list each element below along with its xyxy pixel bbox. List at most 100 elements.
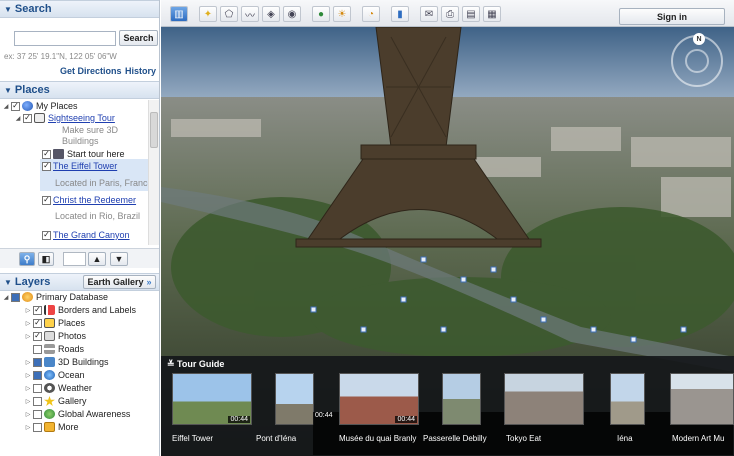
tour-thumbnail[interactable] [610, 373, 645, 425]
path-icon[interactable]: 〰 [241, 6, 259, 22]
tour-guide-header[interactable]: ≚ Tour Guide [167, 359, 224, 370]
navigation-compass[interactable]: N [671, 33, 723, 87]
tour-thumbnail[interactable]: 00:44 [339, 373, 419, 425]
places-panel-header[interactable]: ▼ Places [0, 81, 159, 99]
tour-thumbnail[interactable] [504, 373, 584, 425]
search-button[interactable]: Search [119, 30, 158, 46]
list-item[interactable]: ▷ ✓ Places [24, 317, 85, 329]
ruler-icon[interactable]: ▮ [391, 6, 409, 22]
expand-icon[interactable]: ▷ [24, 307, 32, 314]
search-input[interactable] [14, 31, 116, 46]
list-item[interactable]: ▷ More [24, 421, 79, 433]
save-image-icon[interactable]: ▤ [462, 6, 480, 22]
checkbox[interactable]: ✓ [33, 305, 42, 315]
checkbox[interactable]: ✓ [42, 161, 51, 171]
tour-thumbnail[interactable] [275, 373, 314, 425]
checkbox[interactable] [33, 357, 42, 367]
list-item[interactable]: ▷ ✓ Photos [24, 330, 86, 342]
expand-icon[interactable]: ◢ [14, 115, 22, 122]
list-item[interactable]: ▷ Gallery [24, 395, 87, 407]
tour-item-label[interactable]: Passerelle Debilly [423, 434, 487, 443]
expand-icon[interactable]: ◢ [2, 103, 10, 110]
tour-item-label[interactable]: Eiffel Tower [172, 434, 213, 443]
checkbox[interactable]: ✓ [33, 318, 42, 328]
search-panel-title: Search [14, 3, 52, 15]
expand-icon[interactable]: ▷ [24, 372, 32, 379]
list-item[interactable]: ✓ The Grand Canyon [42, 229, 130, 241]
tour-thumbnail[interactable] [442, 373, 481, 425]
sidebar-icon[interactable]: ▥ [170, 6, 188, 22]
checkbox[interactable]: ✓ [42, 195, 51, 205]
list-item[interactable]: ▷ ✓ Borders and Labels [24, 304, 136, 316]
collapse-triangle-icon: ▼ [4, 85, 12, 95]
sun-icon[interactable]: ☀ [333, 6, 351, 22]
compass-ring[interactable] [685, 49, 709, 73]
tour-item-label[interactable]: Musée du quai Branly [339, 434, 416, 443]
list-item[interactable]: ▷ Weather [24, 382, 92, 394]
list-item[interactable]: ✓ The Eiffel Tower [42, 160, 117, 172]
places-scrollbar[interactable] [148, 100, 159, 245]
tour-item-label[interactable]: Iéna [617, 434, 633, 443]
collapse-chevron-icon[interactable]: ≚ [167, 359, 177, 369]
checkbox[interactable] [33, 396, 42, 406]
expand-icon[interactable]: ▷ [24, 359, 32, 366]
print-icon[interactable]: ⎙ [441, 6, 459, 22]
list-item-label: The Eiffel Tower [53, 161, 118, 171]
move-up-icon[interactable]: ▲ [88, 252, 106, 266]
3d-earth-view[interactable]: N ≚ Tour Guide 00:44 00:44 00:44 Eiffel … [161, 27, 734, 456]
checkbox[interactable] [33, 383, 42, 393]
checkbox[interactable]: ✓ [23, 113, 32, 123]
expand-icon[interactable]: ▷ [24, 320, 32, 327]
list-item[interactable]: ◢ Primary Database [2, 291, 108, 303]
list-item[interactable]: ◢ ✓ My Places [2, 100, 78, 112]
list-item[interactable]: ✓ Christ the Redeemer [42, 194, 136, 206]
email-icon[interactable]: ✉ [420, 6, 438, 22]
globe-icon [22, 101, 33, 111]
expand-icon[interactable]: ▷ [24, 398, 32, 405]
checkbox[interactable]: ✓ [33, 331, 42, 341]
move-down-icon[interactable]: ▼ [110, 252, 128, 266]
maps-icon[interactable]: ▦ [483, 6, 501, 22]
tour-thumbnail[interactable] [670, 373, 734, 425]
tour-thumbnail[interactable]: 00:44 [172, 373, 252, 425]
tour-item-label[interactable]: Pont d'Iéna [256, 434, 296, 443]
checkbox[interactable] [33, 370, 42, 380]
tour-item-label[interactable]: Modern Art Mu [672, 434, 724, 443]
list-item[interactable]: Roads [33, 343, 84, 355]
image-overlay-icon[interactable]: ◈ [262, 6, 280, 22]
search-panel-header[interactable]: ▼ Search [0, 0, 159, 18]
folder-view-icon[interactable]: ◧ [38, 252, 54, 266]
scrollbar-thumb[interactable] [150, 112, 158, 148]
list-item[interactable]: ▷ Ocean [24, 369, 85, 381]
sign-in-button[interactable]: Sign in [619, 8, 725, 25]
planet-icon[interactable]: ● [312, 6, 330, 22]
list-item[interactable]: ▷ Global Awareness [24, 408, 130, 420]
expand-icon[interactable]: ◢ [2, 294, 10, 301]
ocean-icon [44, 370, 55, 380]
list-item[interactable]: ◢ ✓ Sightseeing Tour [14, 112, 115, 124]
checkbox[interactable] [11, 292, 20, 302]
list-item[interactable]: ▷ 3D Buildings [24, 356, 109, 368]
checkbox[interactable] [33, 422, 42, 432]
search-icon[interactable]: ⚲ [19, 252, 35, 266]
expand-icon[interactable]: ▷ [24, 411, 32, 418]
places-filter-input[interactable] [63, 252, 86, 266]
expand-icon[interactable]: ▷ [24, 333, 32, 340]
checkbox[interactable] [33, 344, 42, 354]
record-tour-icon[interactable]: ◉ [283, 6, 301, 22]
checkbox[interactable] [33, 409, 42, 419]
checkbox[interactable]: ✓ [11, 101, 20, 111]
history-link[interactable]: History [125, 66, 156, 76]
get-directions-link[interactable]: Get Directions [60, 66, 122, 76]
checkbox[interactable]: ✓ [42, 230, 51, 240]
earth-gallery-button[interactable]: Earth Gallery » [83, 275, 156, 289]
tour-item-label[interactable]: Tokyo Eat [506, 434, 541, 443]
expand-icon[interactable]: ▷ [24, 385, 32, 392]
placemark-icon[interactable]: ✦ [199, 6, 217, 22]
search-hint: ex: 37 25' 19.1"N, 122 05' 06"W [4, 52, 117, 61]
checkbox[interactable]: ✓ [42, 149, 51, 159]
polygon-icon[interactable]: ⬠ [220, 6, 238, 22]
compass-north[interactable]: N [693, 33, 705, 45]
expand-icon[interactable]: ▷ [24, 424, 32, 431]
historical-imagery-icon[interactable]: ◔ [362, 6, 380, 22]
